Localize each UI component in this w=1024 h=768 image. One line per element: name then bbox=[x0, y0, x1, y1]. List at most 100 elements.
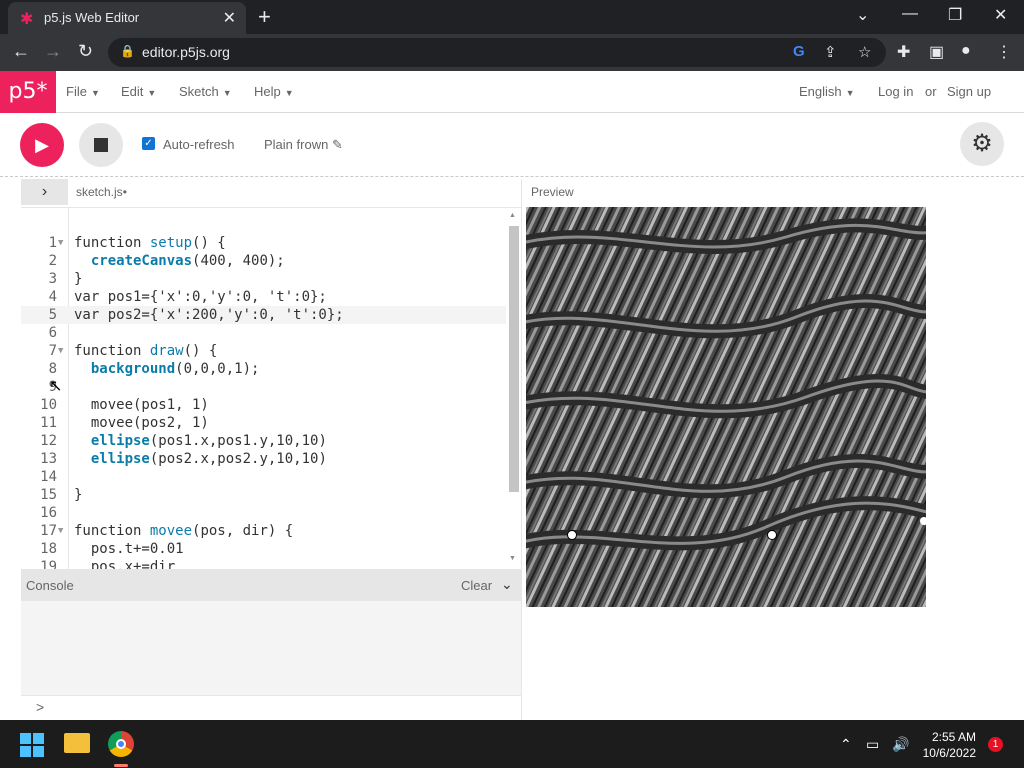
scroll-down-icon[interactable]: ▼ bbox=[509, 555, 516, 562]
windows-taskbar: ⌃ ▭ 🔊 2:55 AM 10/6/2022 1 bbox=[0, 720, 1024, 768]
code-text[interactable]: var pos2={'x':200,'y':0, 't':0}; bbox=[74, 306, 344, 324]
code-text[interactable]: function draw() { bbox=[74, 342, 217, 360]
active-app-indicator bbox=[114, 764, 128, 767]
omnibox[interactable]: 🔒 editor.p5js.org G ⇪ ☆ bbox=[108, 38, 886, 67]
fold-arrow-icon[interactable]: ▼ bbox=[58, 522, 63, 540]
code-text[interactable]: pos.x+=dir bbox=[74, 558, 175, 569]
extensions-icon[interactable]: ✚ bbox=[897, 42, 910, 62]
code-text[interactable]: ellipse(pos2.x,pos2.y,10,10) bbox=[74, 450, 327, 468]
fold-arrow-icon[interactable]: ▼ bbox=[58, 234, 63, 252]
reload-icon[interactable]: ↻ bbox=[78, 41, 93, 62]
code-text[interactable]: function movee(pos, dir) { bbox=[74, 522, 293, 540]
windows-start-icon[interactable] bbox=[20, 733, 44, 757]
chrome-taskbar-icon[interactable] bbox=[108, 731, 134, 757]
lock-icon[interactable]: 🔒 bbox=[120, 44, 135, 58]
code-line[interactable]: 4 var pos1={'x':0,'y':0, 't':0}; bbox=[21, 288, 506, 306]
pencil-icon[interactable]: ✎ bbox=[332, 137, 343, 152]
code-text[interactable]: } bbox=[74, 486, 82, 504]
code-line[interactable]: 14 bbox=[21, 468, 506, 486]
tab-search-chevron-icon[interactable]: ⌄ bbox=[856, 5, 869, 25]
code-text[interactable]: function setup() { bbox=[74, 234, 226, 252]
mouse-cursor-icon: ↖ bbox=[49, 378, 63, 395]
code-line[interactable]: 3} bbox=[21, 270, 506, 288]
language-select[interactable]: English ▼ bbox=[799, 84, 855, 99]
close-window-icon[interactable]: ✕ bbox=[994, 5, 1007, 25]
side-panel-icon[interactable]: ▣ bbox=[929, 42, 944, 62]
code-text[interactable]: background(0,0,0,1); bbox=[74, 360, 260, 378]
menu-file[interactable]: File ▼ bbox=[66, 84, 100, 99]
console-clear-button[interactable]: Clear bbox=[461, 578, 492, 593]
forward-icon[interactable]: → bbox=[44, 41, 62, 62]
close-tab-icon[interactable]: ✕ bbox=[223, 8, 236, 28]
code-text[interactable]: pos.t+=0.01 bbox=[74, 540, 184, 558]
code-text[interactable]: createCanvas(400, 400); bbox=[74, 252, 285, 270]
chrome-menu-icon[interactable]: ⋮ bbox=[996, 42, 1012, 62]
browser-tab[interactable]: ✱ p5.js Web Editor ✕ bbox=[8, 2, 246, 34]
file-explorer-icon[interactable] bbox=[64, 733, 90, 753]
editor-scroll-thumb[interactable] bbox=[509, 226, 519, 492]
console-input[interactable]: > bbox=[21, 695, 521, 720]
code-editor[interactable]: ▲ ▼ 1 ▼ function setup() {2 createCanvas(4… bbox=[21, 207, 521, 569]
settings-button[interactable]: ⚙ bbox=[960, 122, 1004, 166]
stop-button[interactable] bbox=[79, 123, 123, 167]
back-icon[interactable]: ← bbox=[12, 41, 30, 62]
code-line[interactable]: 16 bbox=[21, 504, 506, 522]
editor-scrollbar[interactable]: ▲ ▼ bbox=[506, 208, 521, 569]
code-text[interactable]: movee(pos1, 1) bbox=[74, 396, 209, 414]
google-lens-icon[interactable]: G bbox=[793, 43, 805, 60]
menu-edit[interactable]: Edit ▼ bbox=[121, 84, 156, 99]
console-collapse-icon[interactable]: ⌄ bbox=[501, 576, 513, 593]
code-line[interactable]: 18 pos.t+=0.01 bbox=[21, 540, 506, 558]
play-button[interactable]: ▶ bbox=[20, 123, 64, 167]
code-line[interactable]: 15} bbox=[21, 486, 506, 504]
p5-logo[interactable]: p5* bbox=[0, 71, 56, 113]
share-icon[interactable]: ⇪ bbox=[824, 43, 837, 61]
line-number: 14 bbox=[40, 469, 57, 485]
pane-divider[interactable] bbox=[521, 179, 522, 720]
login-link[interactable]: Log in bbox=[878, 84, 913, 99]
code-line[interactable]: 17 ▼ function movee(pos, dir) { bbox=[21, 522, 506, 540]
code-line[interactable]: 1 ▼ function setup() { bbox=[21, 234, 506, 252]
tray-overflow-icon[interactable]: ⌃ bbox=[840, 736, 852, 753]
preview-canvas[interactable] bbox=[526, 207, 926, 607]
code-line[interactable]: 12 ellipse(pos1.x,pos1.y,10,10) bbox=[21, 432, 506, 450]
code-line[interactable]: 9 bbox=[21, 378, 506, 396]
scroll-up-icon[interactable]: ▲ bbox=[509, 212, 516, 219]
code-line[interactable]: 11 movee(pos2, 1) bbox=[21, 414, 506, 432]
chevron-down-icon: ▼ bbox=[90, 88, 100, 98]
address-toolbar: ← → ↻ 🔒 editor.p5js.org G ⇪ ☆ ✚ ▣ ● ⋮ bbox=[0, 34, 1024, 71]
code-line[interactable]: 19 pos.x+=dir bbox=[21, 558, 506, 569]
code-line[interactable]: 10 movee(pos1, 1) bbox=[21, 396, 506, 414]
auto-refresh-label[interactable]: Auto-refresh bbox=[163, 137, 235, 152]
code-line[interactable]: 5 var pos2={'x':200,'y':0, 't':0}; bbox=[21, 306, 506, 324]
code-text[interactable]: movee(pos2, 1) bbox=[74, 414, 209, 432]
new-tab-icon[interactable]: + bbox=[258, 4, 271, 30]
profile-icon[interactable]: ● bbox=[961, 42, 971, 60]
taskbar-clock[interactable]: 2:55 AM 10/6/2022 bbox=[918, 729, 976, 761]
fold-arrow-icon[interactable]: ▼ bbox=[58, 342, 63, 360]
menu-sketch[interactable]: Sketch ▼ bbox=[179, 84, 232, 99]
code-text[interactable]: ellipse(pos1.x,pos1.y,10,10) bbox=[74, 432, 327, 450]
expand-sidebar-button[interactable]: › bbox=[21, 179, 68, 205]
network-icon[interactable]: ▭ bbox=[866, 736, 879, 753]
bookmark-star-icon[interactable]: ☆ bbox=[858, 43, 871, 61]
minimize-icon[interactable]: — bbox=[902, 5, 918, 23]
notification-badge[interactable]: 1 bbox=[988, 737, 1003, 752]
url-text[interactable]: editor.p5js.org bbox=[142, 44, 230, 60]
line-number: 12 bbox=[40, 433, 57, 449]
auto-refresh-checkbox[interactable]: ✓ bbox=[142, 137, 155, 150]
code-text[interactable]: } bbox=[74, 270, 82, 288]
restore-icon[interactable]: ❐ bbox=[948, 5, 962, 25]
code-line[interactable]: 13 ellipse(pos2.x,pos2.y,10,10) bbox=[21, 450, 506, 468]
code-line[interactable]: 6 bbox=[21, 324, 506, 342]
console-output bbox=[21, 601, 521, 695]
console-header[interactable]: Console Clear ⌄ bbox=[21, 569, 521, 601]
code-line[interactable]: 8 background(0,0,0,1); bbox=[21, 360, 506, 378]
project-name[interactable]: Plain frown ✎ bbox=[264, 137, 343, 153]
code-line[interactable]: 7 ▼ function draw() { bbox=[21, 342, 506, 360]
code-text[interactable]: var pos1={'x':0,'y':0, 't':0}; bbox=[74, 288, 327, 306]
code-line[interactable]: 2 createCanvas(400, 400); bbox=[21, 252, 506, 270]
volume-icon[interactable]: 🔊 bbox=[892, 736, 909, 753]
menu-help[interactable]: Help ▼ bbox=[254, 84, 294, 99]
signup-link[interactable]: Sign up bbox=[947, 84, 991, 99]
